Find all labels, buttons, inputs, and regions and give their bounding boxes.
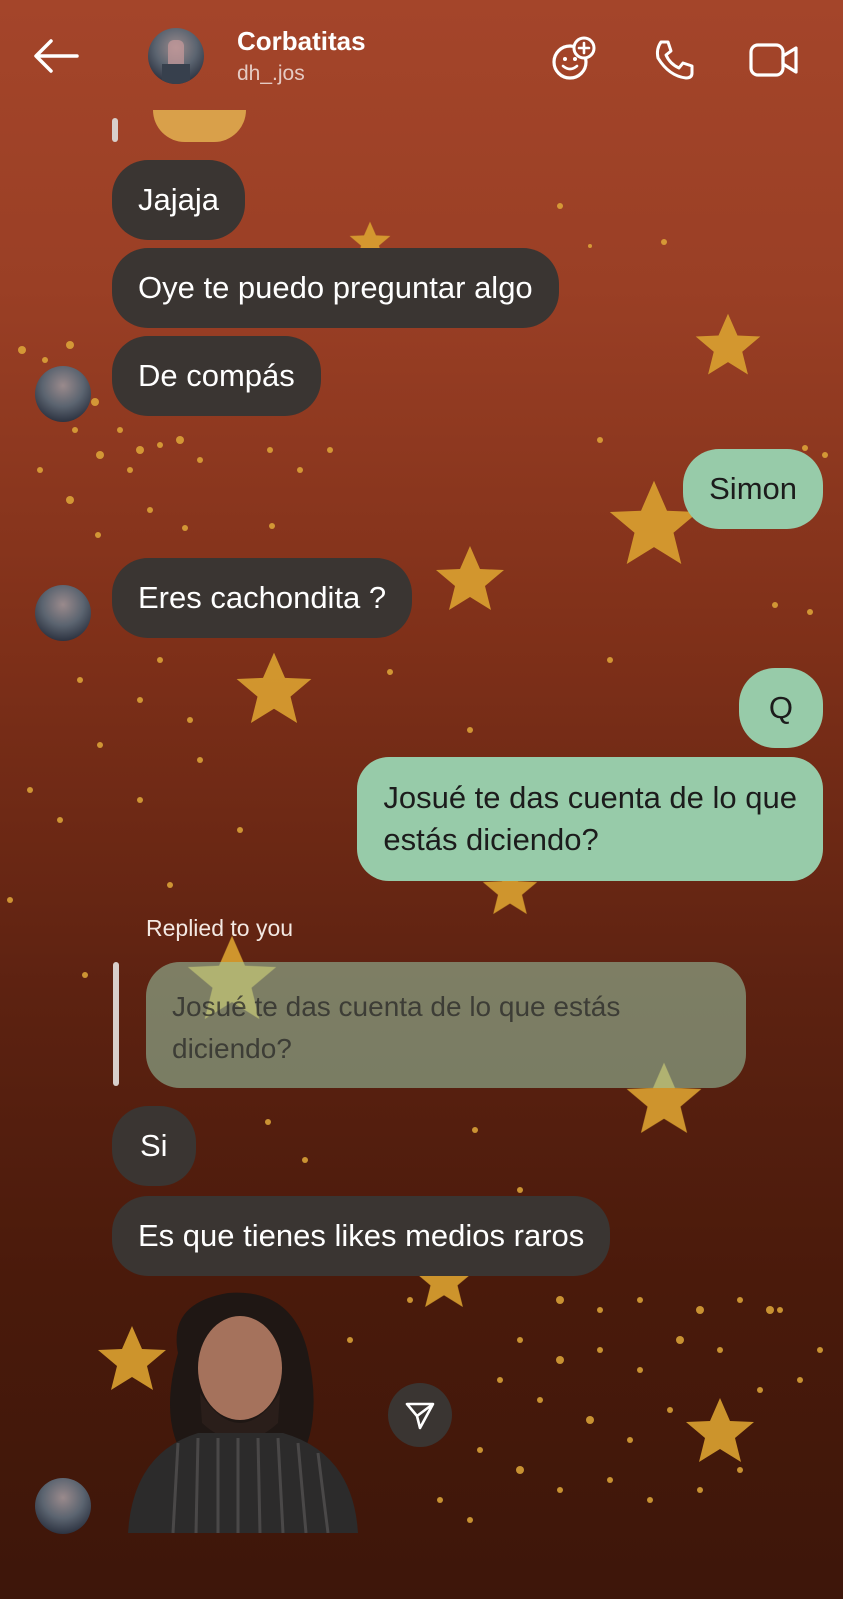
chat-header: Corbatitas dh_.jos [0, 0, 843, 118]
contact-avatar-small[interactable] [35, 1478, 91, 1534]
video-camera-icon [749, 43, 798, 77]
incoming-message[interactable]: Si [112, 1106, 196, 1186]
video-call-button[interactable] [748, 34, 800, 86]
outgoing-message[interactable]: Simon [683, 449, 823, 529]
reply-label: Replied to you [146, 915, 294, 941]
send-icon [405, 1402, 435, 1430]
person-sticker[interactable] [118, 1283, 364, 1533]
send-button[interactable] [388, 1383, 452, 1447]
phone-icon [655, 40, 694, 80]
contact-name[interactable]: Corbatitas [237, 26, 366, 57]
effects-icon [552, 36, 596, 80]
incoming-message[interactable]: Eres cachondita ? [112, 558, 413, 638]
back-button[interactable] [28, 32, 84, 80]
incoming-message[interactable]: Es que tienes likes medios raros [112, 1196, 611, 1276]
outgoing-message[interactable]: Josué te das cuenta de lo que estás dici… [357, 757, 823, 881]
contact-handle: dh_.jos [237, 62, 305, 85]
contact-avatar-small[interactable] [35, 366, 91, 422]
outgoing-message[interactable]: Q [738, 668, 823, 748]
message-line: Josué te das cuenta de lo que [383, 780, 797, 815]
contact-avatar[interactable] [148, 28, 204, 84]
incoming-message[interactable]: Jajaja [112, 160, 245, 240]
contact-avatar-small[interactable] [35, 585, 91, 641]
previous-sticker [153, 110, 246, 142]
message-line: estás diciendo? [383, 822, 599, 857]
reply-indicator-bar [112, 118, 118, 142]
quoted-message[interactable]: Josué te das cuenta de lo que estás dici… [146, 962, 746, 1088]
incoming-message[interactable]: De compás [112, 336, 321, 416]
call-button[interactable] [648, 34, 700, 86]
effects-button[interactable] [548, 34, 600, 86]
arrow-left-icon [34, 39, 79, 73]
incoming-message[interactable]: Oye te puedo preguntar algo [112, 248, 559, 328]
reply-indicator-bar [113, 962, 119, 1086]
